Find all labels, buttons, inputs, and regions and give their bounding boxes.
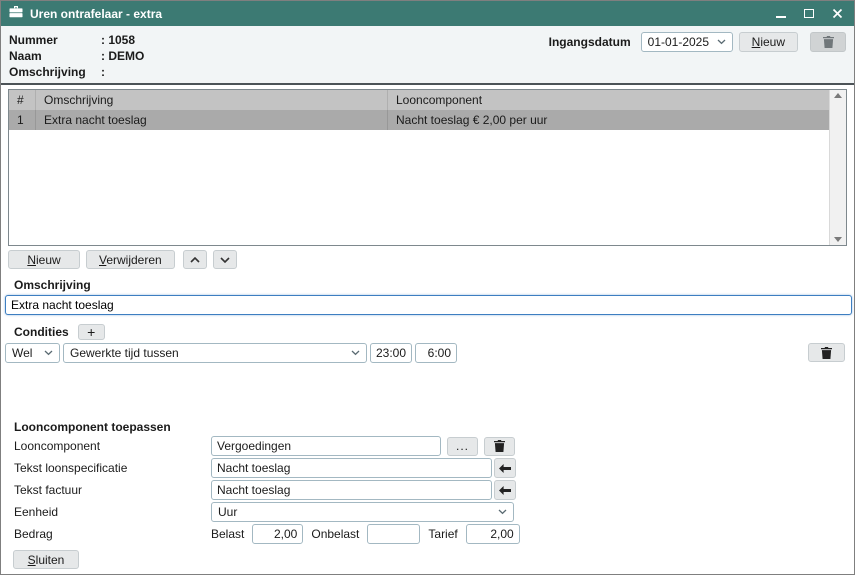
omschrijving-header-value: :	[101, 65, 105, 79]
column-header-omschrijving[interactable]: Omschrijving	[36, 90, 388, 110]
eenheid-label: Eenheid	[14, 505, 211, 519]
eenheid-select[interactable]: Uur	[211, 502, 514, 522]
chevron-up-icon	[190, 257, 200, 263]
belast-label: Belast	[211, 527, 244, 541]
column-header-num[interactable]: #	[9, 90, 36, 110]
trash-icon	[821, 347, 832, 359]
time-from-input[interactable]	[370, 343, 412, 363]
looncomponent-section-heading: Looncomponent toepassen	[14, 420, 854, 434]
table-header-row: # Omschrijving Looncomponent	[9, 90, 829, 110]
belast-input[interactable]	[252, 524, 303, 544]
browse-looncomponent-button[interactable]: ...	[447, 437, 478, 456]
naam-label: Naam	[9, 49, 101, 63]
chevron-down-icon	[351, 350, 360, 356]
table-row[interactable]: 1 Extra nacht toeslag Nacht toeslag € 2,…	[9, 110, 829, 130]
tekst-loonspecificatie-label: Tekst loonspecificatie	[14, 461, 211, 475]
dialog-window: Uren ontrafelaar - extra Nummer : 1058 N…	[0, 0, 855, 575]
titlebar: Uren ontrafelaar - extra	[1, 1, 854, 26]
column-header-looncomponent[interactable]: Looncomponent	[388, 90, 829, 110]
tarief-label: Tarief	[428, 527, 457, 541]
scroll-up-icon[interactable]	[834, 93, 842, 98]
arrow-left-icon	[499, 486, 511, 495]
minimize-button[interactable]	[774, 7, 788, 21]
header-nieuw-button[interactable]: Nieuw	[739, 32, 798, 52]
sluiten-button[interactable]: Sluiten	[13, 550, 79, 569]
copy-loonspecificatie-button[interactable]	[494, 458, 516, 478]
ingangsdatum-select[interactable]: 01-01-2025	[641, 32, 733, 52]
nummer-value: : 1058	[101, 33, 135, 47]
close-button[interactable]	[830, 7, 844, 21]
trash-icon	[823, 36, 834, 48]
row-num: 1	[9, 110, 36, 130]
tarief-input[interactable]	[466, 524, 520, 544]
omschrijving-header-label: Omschrijving	[9, 65, 101, 79]
move-down-button[interactable]	[213, 250, 237, 269]
looncomponent-input[interactable]	[211, 436, 441, 456]
onbelast-label: Onbelast	[311, 527, 359, 541]
list-actions: Nieuw Verwijderen	[8, 250, 854, 269]
verwijderen-button[interactable]: Verwijderen	[86, 250, 175, 269]
looncomponent-label: Looncomponent	[14, 439, 211, 453]
onbelast-input[interactable]	[367, 524, 420, 544]
time-to-input[interactable]	[415, 343, 457, 363]
chevron-down-icon	[717, 39, 726, 45]
ingangsdatum-label: Ingangsdatum	[549, 35, 631, 49]
bedrag-label: Bedrag	[14, 527, 211, 541]
ontrafel-regels-table: # Omschrijving Looncomponent 1 Extra nac…	[8, 89, 847, 246]
copy-factuur-button[interactable]	[494, 480, 516, 500]
nieuw-button[interactable]: Nieuw	[8, 250, 80, 269]
chevron-down-icon	[44, 350, 53, 356]
wel-select[interactable]: Wel	[5, 343, 60, 363]
tekst-loonspecificatie-input[interactable]	[211, 458, 492, 478]
header-panel: Nummer : 1058 Naam : DEMO Omschrijving :…	[1, 26, 854, 85]
delete-conditie-button[interactable]	[808, 343, 845, 362]
clear-looncomponent-button[interactable]	[484, 437, 515, 456]
header-delete-button[interactable]	[810, 32, 846, 52]
chevron-down-icon	[220, 257, 230, 263]
move-up-button[interactable]	[183, 250, 207, 269]
tekst-factuur-label: Tekst factuur	[14, 483, 211, 497]
tekst-factuur-input[interactable]	[211, 480, 492, 500]
scroll-down-icon[interactable]	[834, 237, 842, 242]
table-scrollbar[interactable]	[829, 90, 846, 245]
naam-value: : DEMO	[101, 49, 144, 63]
row-omschrijving: Extra nacht toeslag	[36, 110, 388, 130]
condities-label: Condities	[14, 325, 69, 339]
conditie-type-select[interactable]: Gewerkte tijd tussen	[63, 343, 367, 363]
add-conditie-button[interactable]: +	[78, 324, 105, 340]
window-title: Uren ontrafelaar - extra	[30, 7, 767, 21]
omschrijving-section-label: Omschrijving	[14, 278, 854, 292]
conditie-row: Wel Gewerkte tijd tussen	[5, 343, 850, 363]
maximize-button[interactable]	[802, 7, 816, 21]
omschrijving-input[interactable]	[5, 295, 852, 315]
arrow-left-icon	[499, 464, 511, 473]
toolbox-icon	[9, 6, 23, 21]
row-looncomponent: Nacht toeslag € 2,00 per uur	[388, 110, 829, 130]
chevron-down-icon	[498, 509, 507, 515]
trash-icon	[494, 440, 505, 452]
nummer-label: Nummer	[9, 33, 101, 47]
